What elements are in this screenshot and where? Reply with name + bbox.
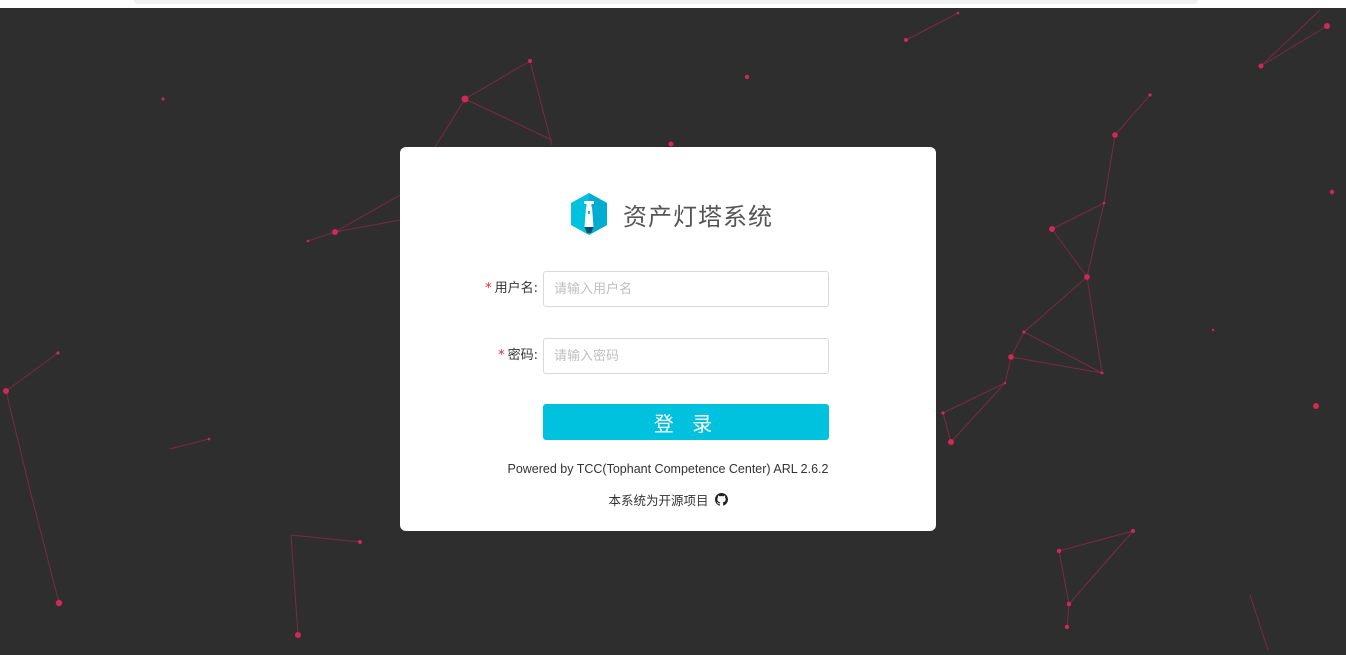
password-input[interactable] xyxy=(543,338,829,374)
open-source-text: 本系统为开源项目 xyxy=(608,493,709,508)
password-row: * 密码: xyxy=(400,338,936,374)
open-source-notice: 本系统为开源项目 xyxy=(400,490,936,509)
brand-header: 资产灯塔系统 xyxy=(569,192,773,236)
required-mark: * xyxy=(485,281,492,296)
username-input[interactable] xyxy=(543,271,829,307)
password-label: * 密码: xyxy=(498,338,538,374)
login-button[interactable]: 登 录 xyxy=(543,404,829,440)
powered-by-text: Powered by TCC(Tophant Competence Center… xyxy=(507,462,829,476)
login-card: 资产灯塔系统 *用户名: *密码: 登 录 Powered by TCC(Top… xyxy=(400,147,936,531)
required-mark: * xyxy=(498,348,505,363)
top-strip-bar xyxy=(134,0,1198,4)
lighthouse-logo-icon xyxy=(571,193,607,235)
top-strip xyxy=(0,0,1346,8)
username-label-text: 用户名: xyxy=(494,281,538,296)
github-icon[interactable] xyxy=(714,493,728,506)
username-label: * 用户名: xyxy=(485,271,538,307)
username-row: * 用户名: xyxy=(400,271,936,307)
app-title: 资产灯塔系统 xyxy=(623,202,773,231)
password-label-text: 密码: xyxy=(507,348,538,363)
